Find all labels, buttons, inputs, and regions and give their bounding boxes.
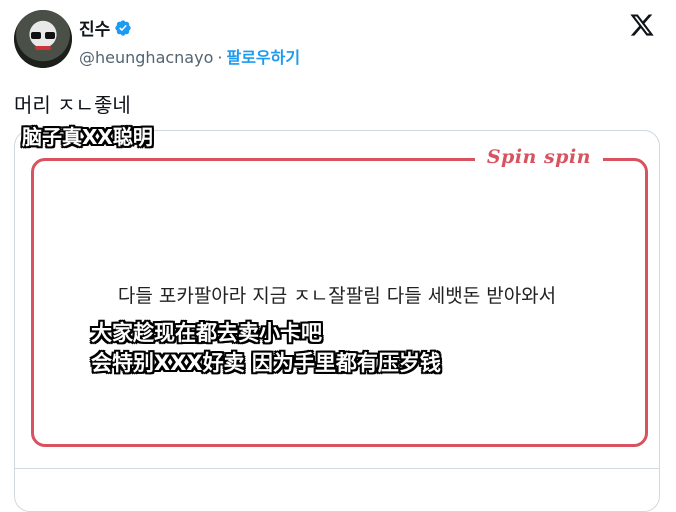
- subtitle-block: 大家趁现在都去卖小卡吧 会特别XXX好卖 因为手里都有压岁钱: [91, 318, 441, 378]
- avatar[interactable]: [14, 10, 72, 68]
- media-card[interactable]: Spin spin 다들 포카팔아라 지금 ㅈㄴ잘팔림 다들 세뱃돈 받아와서 …: [14, 130, 660, 512]
- display-name[interactable]: 진수: [79, 15, 132, 40]
- handle-row: @heunghacnayo · 팔로우하기: [79, 44, 300, 68]
- follow-button[interactable]: 팔로우하기: [226, 48, 300, 67]
- card-divider: [15, 468, 659, 469]
- tweet-text: 머리 ㅈㄴ좋네: [14, 93, 131, 117]
- brand-logo: Spin spin: [474, 146, 603, 168]
- verified-badge-icon: [115, 19, 131, 36]
- subtitle-line-1: 大家趁现在都去卖小卡吧: [91, 321, 322, 345]
- display-name-text[interactable]: 진수: [79, 15, 110, 40]
- avatar-mouth: [35, 46, 51, 50]
- subtitle-line-2: 会特别XXX好卖 因为手里都有压岁钱: [91, 351, 441, 375]
- avatar-image: [14, 10, 72, 68]
- avatar-eye-left: [31, 32, 41, 39]
- notice-text: 다들 포카팔아라 지금 ㅈㄴ잘팔림 다들 세뱃돈 받아와서: [117, 285, 557, 307]
- avatar-eye-right: [45, 32, 55, 39]
- x-logo-icon[interactable]: [628, 12, 656, 38]
- user-handle[interactable]: @heunghacnayo: [79, 48, 213, 67]
- subtitle-top: 脑子真XX聪明: [22, 125, 153, 149]
- separator-dot: ·: [217, 48, 223, 67]
